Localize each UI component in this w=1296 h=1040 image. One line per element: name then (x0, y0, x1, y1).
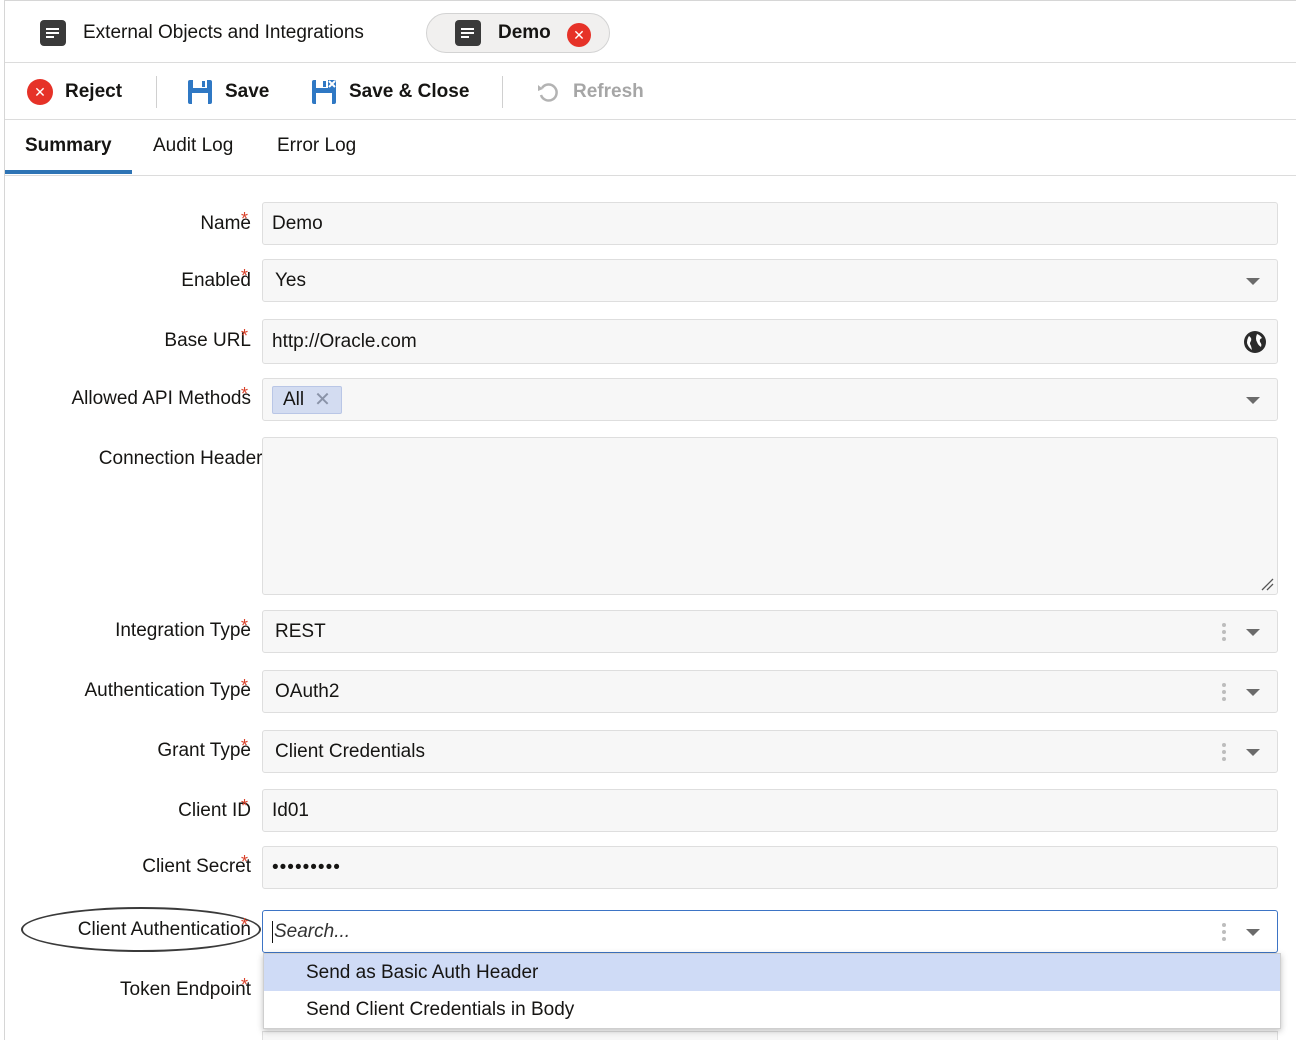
save-close-button[interactable]: Save & Close (311, 77, 469, 107)
grant-type-value: Client Credentials (275, 740, 425, 762)
more-options-icon[interactable] (1222, 743, 1226, 763)
base-url-input[interactable]: http://Oracle.com (262, 319, 1278, 364)
save-button[interactable]: Save (187, 77, 269, 107)
toolbar-divider (156, 76, 157, 108)
authentication-type-label: Authentication Type (84, 680, 251, 701)
client-secret-label: Client Secret (142, 856, 251, 877)
reject-button[interactable]: ✕ Reject (27, 77, 122, 107)
more-options-icon[interactable] (1222, 683, 1226, 703)
tab-summary[interactable]: Summary (5, 120, 132, 174)
save-close-icon (312, 80, 336, 104)
sub-tab-bar: Summary Audit Log Error Log (5, 120, 1296, 176)
chevron-down-icon[interactable] (1246, 749, 1260, 756)
client-id-value: Id01 (272, 799, 309, 821)
base-url-label: Base URL (164, 330, 251, 351)
more-options-icon[interactable] (1222, 623, 1226, 643)
document-tab-strip: External Objects and Integrations Demo ✕ (5, 1, 1296, 63)
allowed-api-methods-select[interactable]: All ✕ (262, 378, 1278, 421)
required-mark: * (241, 266, 249, 286)
required-mark: * (241, 209, 249, 229)
chevron-down-icon[interactable] (1246, 629, 1260, 636)
close-tab-icon[interactable]: ✕ (567, 23, 591, 47)
authentication-type-value: OAuth2 (275, 680, 340, 702)
connection-headers-textarea[interactable] (262, 437, 1278, 595)
allowed-api-methods-label: Allowed API Methods (71, 388, 251, 409)
save-icon (188, 80, 212, 104)
required-mark: * (241, 915, 249, 935)
required-mark: * (241, 384, 249, 404)
base-url-value: http://Oracle.com (272, 330, 417, 352)
toolbar-divider (502, 76, 503, 108)
required-mark: * (241, 326, 249, 346)
required-mark: * (241, 616, 249, 636)
client-secret-value: ••••••••• (272, 856, 341, 878)
tab-error-log[interactable]: Error Log (257, 120, 376, 174)
client-secret-input[interactable]: ••••••••• (262, 846, 1278, 889)
enabled-select[interactable]: Yes (262, 259, 1278, 302)
client-id-input[interactable]: Id01 (262, 789, 1278, 832)
remove-chip-icon[interactable]: ✕ (314, 387, 331, 412)
chevron-down-icon[interactable] (1246, 689, 1260, 696)
required-mark: * (241, 676, 249, 696)
save-close-label: Save & Close (349, 81, 470, 102)
globe-icon[interactable] (1243, 330, 1267, 354)
document-icon (40, 20, 66, 46)
tab-label: External Objects and Integrations (83, 22, 364, 43)
search-placeholder: Search... (274, 920, 351, 942)
grant-type-label: Grant Type (157, 740, 251, 761)
token-endpoint-input[interactable] (262, 1031, 1278, 1040)
grant-type-select[interactable]: Client Credentials (262, 730, 1278, 773)
tab-label: Demo (498, 22, 551, 43)
required-mark: * (241, 852, 249, 872)
tab-audit-log[interactable]: Audit Log (133, 120, 253, 174)
enabled-value: Yes (275, 269, 306, 291)
dropdown-option[interactable]: Send Client Credentials in Body (264, 991, 1280, 1028)
required-mark: * (241, 975, 249, 995)
authentication-type-select[interactable]: OAuth2 (262, 670, 1278, 713)
document-icon (455, 20, 481, 46)
resize-handle-icon[interactable] (1260, 577, 1274, 591)
client-authentication-dropdown: Send as Basic Auth Header Send Client Cr… (263, 953, 1281, 1029)
chevron-down-icon[interactable] (1246, 929, 1260, 936)
integration-type-select[interactable]: REST (262, 610, 1278, 653)
more-options-icon[interactable] (1222, 923, 1226, 943)
required-mark: * (241, 796, 249, 816)
chevron-down-icon[interactable] (1246, 278, 1260, 285)
tab-external-objects[interactable]: External Objects and Integrations (40, 13, 364, 53)
connection-headers-text: Connection Headers (98, 448, 272, 469)
toolbar: ✕ Reject Save Save & Close Refresh (5, 63, 1296, 120)
name-value: Demo (272, 212, 323, 234)
refresh-button[interactable]: Refresh (535, 77, 644, 107)
client-authentication-label: Client Authentication (77, 919, 251, 940)
integration-type-value: REST (275, 620, 326, 642)
chevron-down-icon[interactable] (1246, 397, 1260, 404)
reject-label: Reject (65, 81, 123, 102)
reject-icon: ✕ (27, 79, 53, 105)
chip-label: All (283, 388, 305, 410)
integration-type-label: Integration Type (115, 620, 251, 641)
refresh-label: Refresh (573, 81, 644, 102)
app-frame: External Objects and Integrations Demo ✕… (4, 0, 1296, 1040)
method-chip: All ✕ (272, 385, 342, 414)
name-input[interactable]: Demo (262, 202, 1278, 245)
dropdown-option[interactable]: Send as Basic Auth Header (264, 954, 1280, 991)
client-authentication-search-input[interactable]: Search... (262, 910, 1278, 953)
tab-demo[interactable]: Demo ✕ (426, 13, 610, 53)
token-endpoint-label: Token Endpoint (120, 979, 251, 1000)
required-mark: * (241, 736, 249, 756)
refresh-icon (538, 83, 558, 102)
text-cursor (272, 920, 273, 943)
save-label: Save (225, 81, 270, 102)
connection-headers-label: Connection Headers (78, 448, 272, 470)
